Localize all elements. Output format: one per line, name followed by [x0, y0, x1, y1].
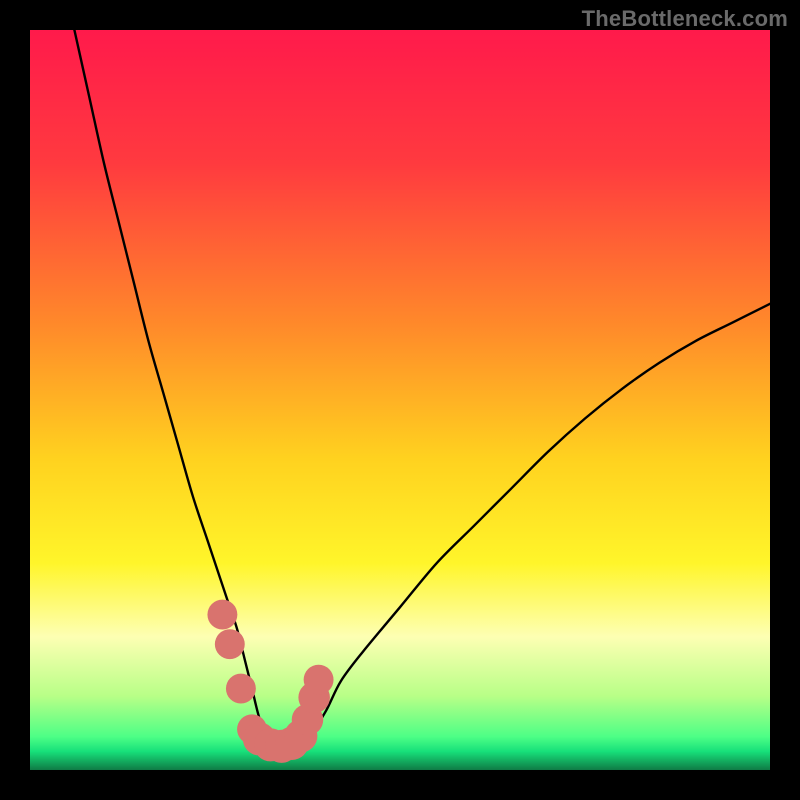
bottleneck-chart: [30, 30, 770, 770]
highlight-dot: [207, 600, 237, 630]
gradient-background: [30, 30, 770, 770]
watermark-text: TheBottleneck.com: [582, 6, 788, 32]
plot-area: [30, 30, 770, 770]
highlight-dot: [226, 674, 256, 704]
highlight-dot: [215, 629, 245, 659]
highlight-dot: [304, 665, 334, 695]
chart-frame: TheBottleneck.com: [0, 0, 800, 800]
